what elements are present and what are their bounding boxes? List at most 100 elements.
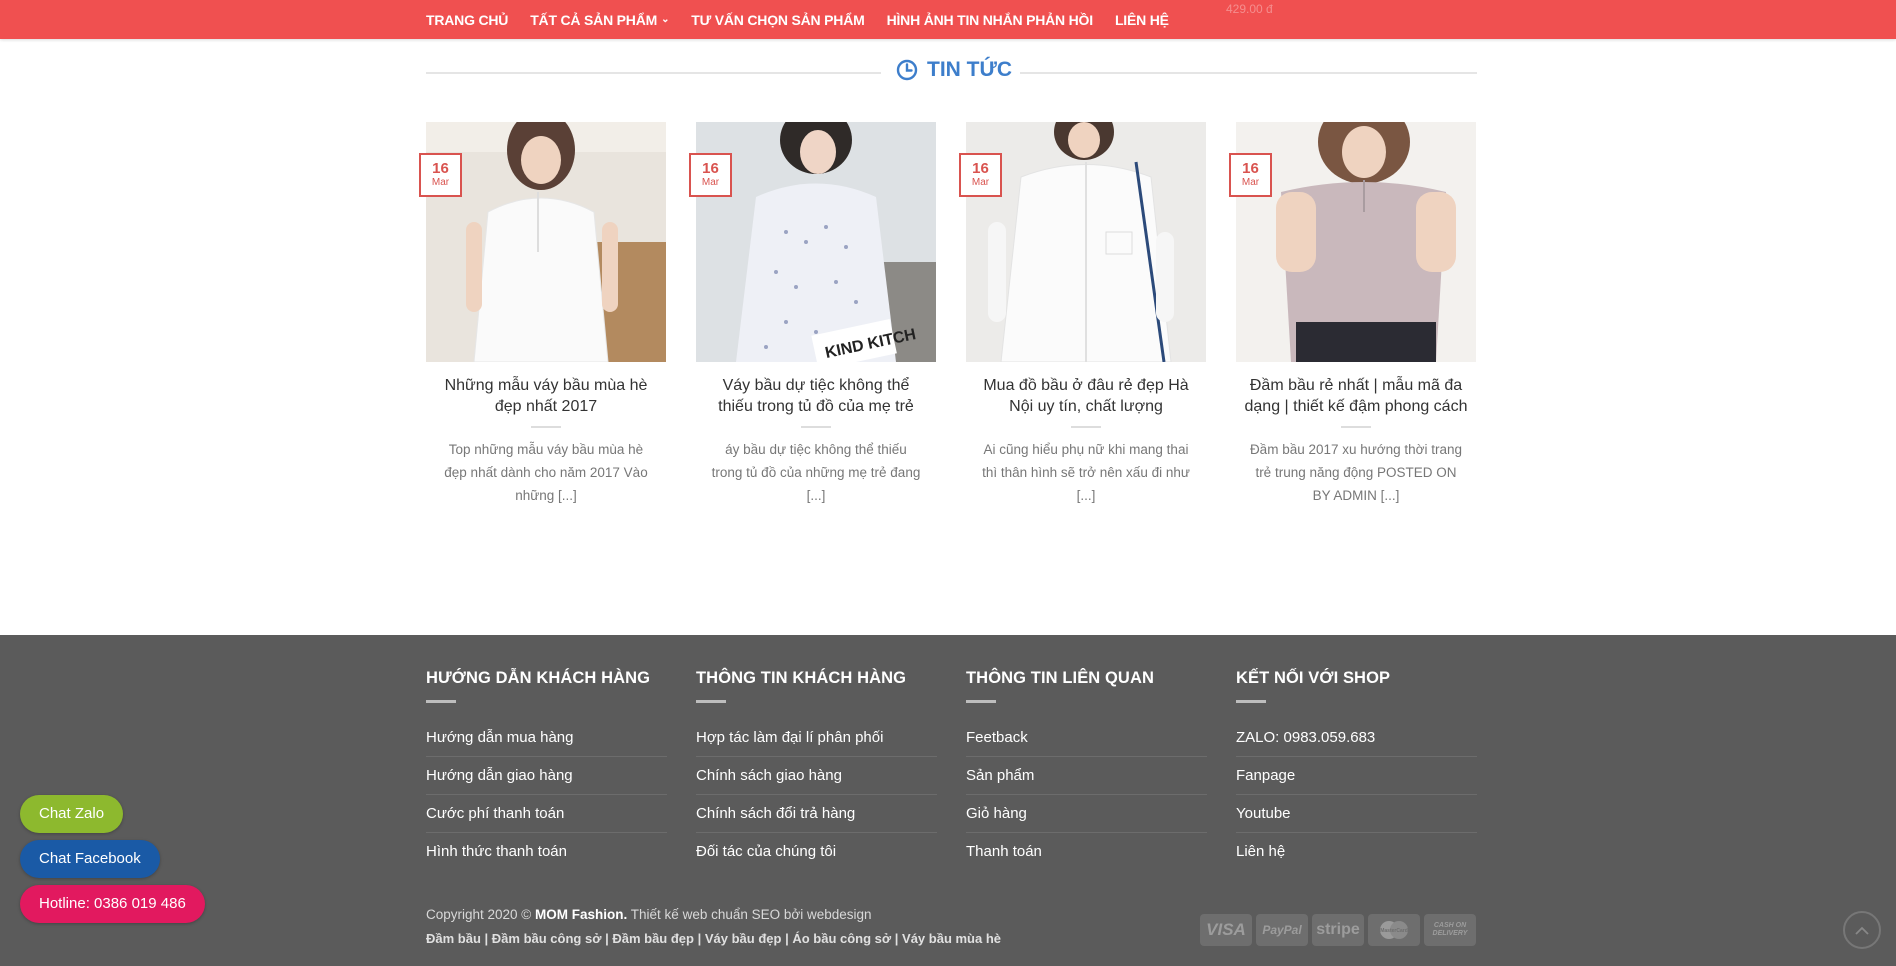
- nav-item-consulting[interactable]: TƯ VẤN CHỌN SẢN PHẨM: [691, 12, 864, 28]
- footer-link[interactable]: Fanpage: [1236, 757, 1477, 795]
- tag-link[interactable]: Áo bầu công sở: [792, 931, 891, 946]
- news-list: 16 Mar Những mẫu váy bầu mùa hè đẹp nhất…: [419, 122, 1477, 532]
- tag-separator: |: [894, 931, 899, 946]
- footer-link[interactable]: Liên hệ: [1236, 833, 1477, 871]
- divider: [966, 700, 996, 703]
- copyright-prefix: Copyright 2020 ©: [426, 907, 532, 922]
- news-card[interactable]: 16 Mar Những mẫu váy bầu mùa hè đẹp nhất…: [419, 122, 666, 507]
- divider: [426, 72, 881, 74]
- footer-link[interactable]: Feetback: [966, 719, 1207, 757]
- nav-item-feedback-images[interactable]: HÌNH ẢNH TIN NHẮN PHẢN HỒI: [886, 11, 1094, 28]
- brand-name[interactable]: MOM Fashion.: [535, 907, 627, 922]
- footer-column-customer-info: THÔNG TIN KHÁCH HÀNG Hợp tác làm đại lí …: [696, 669, 937, 871]
- footer-link[interactable]: Hợp tác làm đại lí phân phối: [696, 719, 937, 757]
- footer-column-connect: KẾT NỐI VỚI SHOP ZALO: 0983.059.683 Fanp…: [1236, 669, 1477, 871]
- footer-link[interactable]: Giỏ hàng: [966, 795, 1207, 833]
- news-section-heading: TIN TỨC: [426, 56, 1477, 90]
- post-day: 16: [1242, 160, 1259, 177]
- divider: [426, 700, 456, 703]
- divider: [531, 426, 561, 428]
- post-excerpt: áy bầu dự tiệc không thể thiếu trong tủ …: [711, 442, 921, 503]
- news-card[interactable]: 16 Mar Đầm bầu rẻ nhất | mẫu mã đa dạng …: [1229, 122, 1476, 507]
- footer-link[interactable]: Chính sách đổi trả hàng: [696, 795, 937, 833]
- divider: [696, 700, 726, 703]
- footer-column-customer-guide: HƯỚNG DẪN KHÁCH HÀNG Hướng dẫn mua hàng …: [426, 669, 667, 871]
- post-title[interactable]: Đầm bầu rẻ nhất | mẫu mã đa dạng | thiết…: [1236, 375, 1476, 417]
- tag-link[interactable]: Váy bầu mùa hè: [902, 931, 1001, 946]
- tag-link[interactable]: Đầm bầu đẹp: [612, 931, 694, 946]
- post-day: 16: [972, 160, 989, 177]
- divider: [801, 426, 831, 428]
- chat-facebook-button[interactable]: Chat Facebook: [20, 840, 160, 878]
- nav-item-label: TẤT CẢ SẢN PHẨM: [530, 11, 658, 28]
- page: TRANG CHỦ TẤT CẢ SẢN PHẨM ⌄ TƯ VẤN CHỌN S…: [0, 0, 1896, 966]
- copyright-text: Copyright 2020 © MOM Fashion. Thiết kế w…: [426, 907, 872, 922]
- post-excerpt: Ai cũng hiểu phụ nữ khi mang thai thì th…: [982, 442, 1190, 503]
- nav-item-contact[interactable]: LIÊN HỆ: [1115, 12, 1169, 28]
- post-excerpt: Top những mẫu váy bầu mùa hè đẹp nhất dà…: [444, 442, 648, 503]
- footer-link[interactable]: Cước phí thanh toán: [426, 795, 667, 833]
- post-title[interactable]: Váy bầu dự tiệc không thể thiếu trong tủ…: [696, 375, 936, 417]
- post-title[interactable]: Những mẫu váy bầu mùa hè đẹp nhất 2017: [426, 375, 666, 417]
- post-month: Mar: [431, 177, 450, 188]
- news-card[interactable]: KIND KITCH 16 Mar Váy bầu dự tiệc không …: [689, 122, 936, 507]
- main-nav: TRANG CHỦ TẤT CẢ SẢN PHẨM ⌄ TƯ VẤN CHỌN S…: [426, 0, 1191, 39]
- nav-item-all-products[interactable]: TẤT CẢ SẢN PHẨM ⌄: [530, 12, 669, 28]
- footer-link[interactable]: Hình thức thanh toán: [426, 833, 667, 871]
- footer-link[interactable]: Chính sách giao hàng: [696, 757, 937, 795]
- footer-column-title: THÔNG TIN LIÊN QUAN: [966, 669, 1154, 687]
- copyright-suffix: Thiết kế web chuẩn SEO bởi webdesign: [630, 907, 872, 922]
- post-excerpt: Đầm bầu 2017 xu hướng thời trang trẻ tru…: [1249, 442, 1463, 503]
- nav-item-label: HÌNH ẢNH TIN NHẮN PHẢN HỒI: [886, 11, 1094, 28]
- chat-zalo-button[interactable]: Chat Zalo: [20, 795, 124, 833]
- nav-item-label: LIÊN HỆ: [1114, 11, 1169, 28]
- tag-link[interactable]: Đầm bầu công sở: [492, 931, 602, 946]
- divider: [1236, 700, 1266, 703]
- tag-separator: |: [785, 931, 789, 946]
- tag-link[interactable]: Váy bầu đẹp: [705, 931, 782, 946]
- post-day: 16: [432, 160, 449, 177]
- news-thumbnail[interactable]: [1236, 122, 1476, 362]
- ghost-price-text: 429.00 đ: [1226, 2, 1273, 16]
- back-to-top-button[interactable]: [1843, 911, 1881, 949]
- post-title[interactable]: Mua đồ bầu ở đâu rẻ đẹp Hà Nội uy tín, c…: [966, 375, 1206, 417]
- footer-link[interactable]: Youtube: [1236, 795, 1477, 833]
- footer-column-title: HƯỚNG DẪN KHÁCH HÀNG: [426, 669, 651, 687]
- hotline-button[interactable]: Hotline: 0386 019 486: [20, 885, 205, 923]
- nav-item-label: TƯ VẤN CHỌN SẢN PHẨM: [691, 11, 865, 28]
- footer-link[interactable]: Sản phẩm: [966, 757, 1207, 795]
- news-heading-label: TIN TỨC: [896, 58, 1012, 82]
- footer-tag-links: Đầm bầu | Đầm bầu công sở | Đầm bầu đẹp …: [426, 931, 1001, 946]
- mastercard-icon: MasterCard: [1368, 914, 1420, 946]
- chevron-down-icon: ⌄: [661, 14, 670, 25]
- news-thumbnail[interactable]: KIND KITCH: [696, 122, 936, 362]
- footer-link[interactable]: Hướng dẫn giao hàng: [426, 757, 667, 795]
- top-navigation-bar: TRANG CHỦ TẤT CẢ SẢN PHẨM ⌄ TƯ VẤN CHỌN S…: [0, 0, 1896, 39]
- mastercard-label: MasterCard: [1380, 928, 1408, 934]
- post-date-badge: 16 Mar: [419, 153, 462, 197]
- divider: [1020, 72, 1477, 74]
- post-date-badge: 16 Mar: [689, 153, 732, 197]
- divider: [1071, 426, 1101, 428]
- news-card[interactable]: 16 Mar Mua đồ bầu ở đâu rẻ đẹp Hà Nội uy…: [959, 122, 1206, 507]
- site-footer: HƯỚNG DẪN KHÁCH HÀNG Hướng dẫn mua hàng …: [0, 635, 1896, 966]
- post-month: Mar: [971, 177, 990, 188]
- paypal-icon: PayPal: [1256, 914, 1308, 946]
- divider: [1341, 426, 1371, 428]
- visa-icon: VISA: [1200, 914, 1252, 946]
- nav-item-home[interactable]: TRANG CHỦ: [426, 12, 508, 28]
- news-thumbnail[interactable]: [966, 122, 1206, 362]
- cash-on-delivery-icon: CASH ON DELIVERY: [1424, 914, 1476, 946]
- post-date-badge: 16 Mar: [1229, 153, 1272, 197]
- news-thumbnail[interactable]: [426, 122, 666, 362]
- footer-link[interactable]: Hướng dẫn mua hàng: [426, 719, 667, 757]
- stripe-icon: stripe: [1312, 914, 1364, 946]
- footer-link[interactable]: ZALO: 0983.059.683: [1236, 719, 1477, 757]
- footer-link[interactable]: Đối tác của chúng tôi: [696, 833, 937, 871]
- post-month: Mar: [701, 177, 720, 188]
- nav-item-label: TRANG CHỦ: [426, 11, 509, 28]
- footer-link[interactable]: Thanh toán: [966, 833, 1207, 871]
- chevron-up-icon: [1855, 926, 1869, 935]
- tag-link[interactable]: Đầm bầu: [426, 931, 481, 946]
- clock-icon: [896, 59, 918, 81]
